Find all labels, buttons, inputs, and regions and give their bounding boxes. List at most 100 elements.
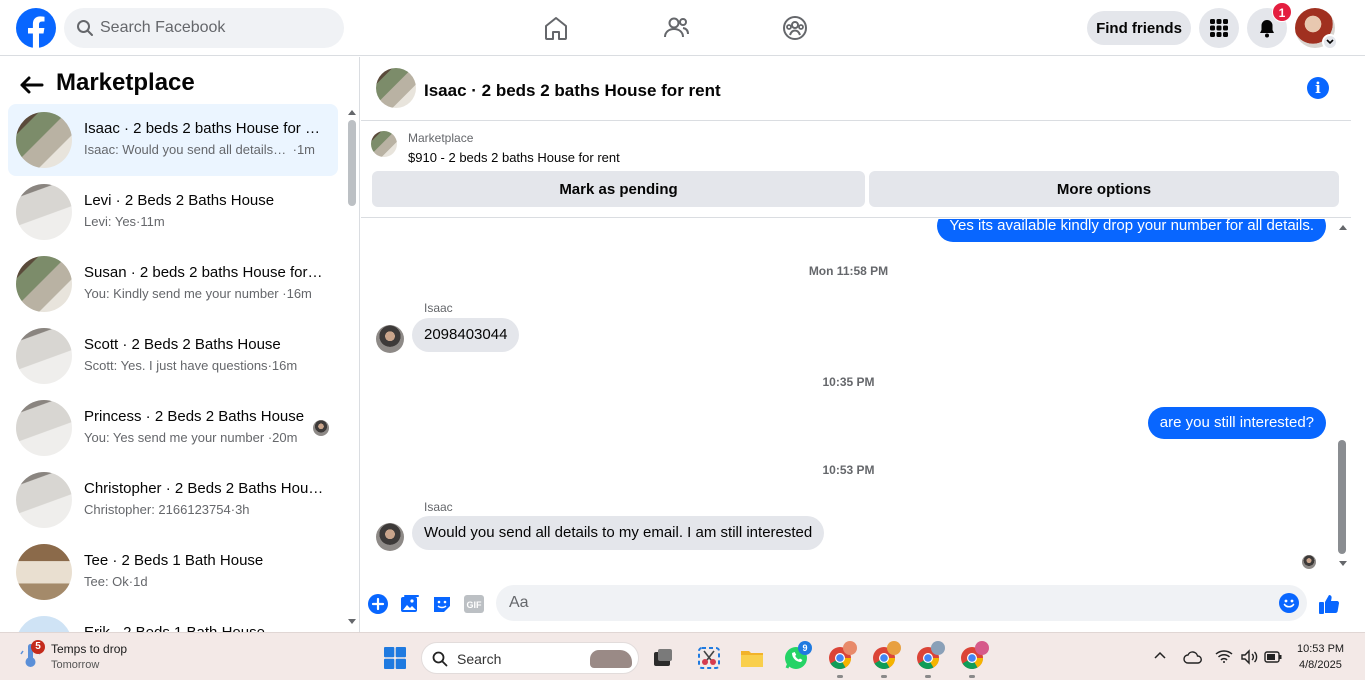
back-arrow-icon[interactable] [18,73,46,97]
file-explorer-icon[interactable] [739,645,765,671]
listing-source: Marketplace [408,131,474,145]
windows-taskbar: 5 Temps to drop Tomorrow Search 9 10:53 … [0,632,1365,680]
thumbs-up-icon[interactable] [1317,592,1341,616]
wifi-icon[interactable] [1215,649,1233,663]
message-input[interactable] [496,585,1307,621]
listing-thumbnail [16,112,72,168]
conversation-item[interactable]: Levi · 2 Beds 2 Baths House Levi: Yes·11… [8,176,338,248]
outgoing-message[interactable]: are you still interested? [1147,407,1326,439]
conversation-title: Erik · 2 Beds 1 Bath House [84,624,324,632]
bell-icon [1260,20,1274,38]
listing-thumbnail[interactable] [371,131,397,157]
chrome-profile-avatar-1 [843,641,857,655]
battery-icon[interactable] [1264,651,1282,663]
conversation-item[interactable]: Susan · 2 beds 2 baths House for rent Yo… [8,248,338,320]
conversation-title: Levi · 2 Beds 2 Baths House [84,192,275,209]
listing-thumbnail [16,328,72,384]
conversation-item[interactable]: Isaac · 2 beds 2 baths House for rent Is… [8,104,338,176]
conversation-item[interactable]: Erik · 2 Beds 1 Bath House [8,608,338,632]
message-composer: GIF [361,581,1351,632]
conversation-title: Christopher · 2 Beds 2 Baths House [84,480,324,497]
conversation-item[interactable]: Tee · 2 Beds 1 Bath House Tee: Ok·1d [8,536,338,608]
chat-avatar[interactable] [376,68,416,108]
friends-nav-icon[interactable] [658,10,694,46]
chat-scroll-thumb[interactable] [1338,440,1346,554]
message-thread: Yes its available kindly drop your numbe… [361,219,1336,581]
menu-grid-button[interactable] [1199,8,1239,48]
search-input[interactable] [100,8,330,48]
clock-time[interactable]: 10:53 PM [1297,643,1344,655]
search-box[interactable] [64,8,344,48]
listing-banner: Marketplace $910 - 2 beds 2 baths House … [361,122,1351,218]
groups-nav-icon[interactable] [777,10,813,46]
onedrive-cloud-icon[interactable] [1183,650,1203,664]
incoming-message[interactable]: Would you send all details to my email. … [412,516,825,550]
sender-avatar[interactable] [376,325,404,353]
snipping-tool-icon[interactable] [696,645,722,671]
photo-icon[interactable] [398,592,422,616]
taskbar-search[interactable]: Search [421,642,639,674]
search-icon [76,19,94,37]
conversation-title: Tee · 2 Beds 1 Bath House [84,552,264,569]
running-indicator [881,675,887,678]
facebook-marketplace-app: Find friends 1 Marketplace Isaac · 2 bed… [0,0,1365,680]
task-view-icon[interactable] [650,645,676,671]
notification-count-badge: 1 [1272,2,1292,22]
grid-icon [1210,19,1228,37]
conversation-title: Isaac · 2 beds 2 baths House for rent [84,120,324,137]
conversation-item[interactable]: Princess · 2 Beds 2 Baths House You: Yes… [8,392,338,464]
chevron-up-icon[interactable] [1154,651,1166,659]
timestamp: 10:35 PM [822,375,875,389]
search-highlight-image [590,650,632,668]
volume-icon[interactable] [1240,649,1258,665]
info-icon[interactable]: i [1307,77,1329,99]
emoji-icon[interactable] [1279,593,1299,613]
sidebar-scroll-thumb[interactable] [348,120,356,206]
sticker-icon[interactable] [430,592,454,616]
conversation-preview: You: Kindly send me your number ·16m [84,286,312,301]
page-scrollbar[interactable] [1351,56,1365,632]
seen-avatar [313,420,329,436]
timestamp: Mon 11:58 PM [808,264,889,278]
windows-start-icon[interactable] [384,647,406,669]
chrome-profile-avatar-2 [887,641,901,655]
sender-avatar[interactable] [376,523,404,551]
chevron-down-icon[interactable] [1322,34,1338,50]
running-indicator [837,675,843,678]
svg-text:GIF: GIF [467,600,483,610]
listing-thumbnail [16,544,72,600]
find-friends-button[interactable]: Find friends [1087,11,1191,45]
mark-as-pending-button[interactable]: Mark as pending [372,171,865,207]
chat-title[interactable]: Isaac · 2 beds 2 baths House for rent [424,81,721,101]
running-indicator [925,675,931,678]
chrome-profile-avatar-3 [931,641,945,655]
more-options-button[interactable]: More options [869,171,1339,207]
conversation-preview: Tee: Ok·1d [84,574,148,589]
read-receipt-avatar [1302,555,1316,569]
timestamp: 10:53 PM [822,463,875,477]
conversation-title: Scott · 2 Beds 2 Baths House [84,336,281,353]
conversation-title: Princess · 2 Beds 2 Baths House [84,408,305,425]
listing-thumbnail [16,472,72,528]
conversation-preview: You: Yes send me your number ·20m [84,430,298,445]
listing-thumbnail [16,616,72,632]
home-nav-icon[interactable] [538,10,574,46]
listing-thumbnail [16,400,72,456]
conversation-item[interactable]: Christopher · 2 Beds 2 Baths House Chris… [8,464,338,536]
listing-description[interactable]: $910 - 2 beds 2 baths House for rent [408,150,620,165]
outgoing-message[interactable]: Yes its available kindly drop your numbe… [937,219,1326,242]
conversation-title: Susan · 2 beds 2 baths House for rent [84,264,324,281]
facebook-logo-icon[interactable] [16,8,56,48]
conversation-sidebar: Marketplace Isaac · 2 beds 2 baths House… [0,57,360,632]
top-navigation-bar: Find friends 1 [0,0,1365,56]
sender-name: Isaac [424,301,453,315]
conversation-item[interactable]: Scott · 2 Beds 2 Baths House Scott: Yes.… [8,320,338,392]
incoming-message[interactable]: 2098403044 [412,318,520,352]
conversation-preview: Isaac: Would you send all details to my … [84,142,316,157]
chrome-profile-avatar-4 [975,641,989,655]
clock-date[interactable]: 4/8/2025 [1299,659,1342,671]
plus-icon[interactable] [366,592,390,616]
conversation-preview: Scott: Yes. I just have questions·16m [84,358,298,373]
gif-icon[interactable]: GIF [462,592,486,616]
conversation-preview: Christopher: 2166123754·3h [84,502,250,517]
